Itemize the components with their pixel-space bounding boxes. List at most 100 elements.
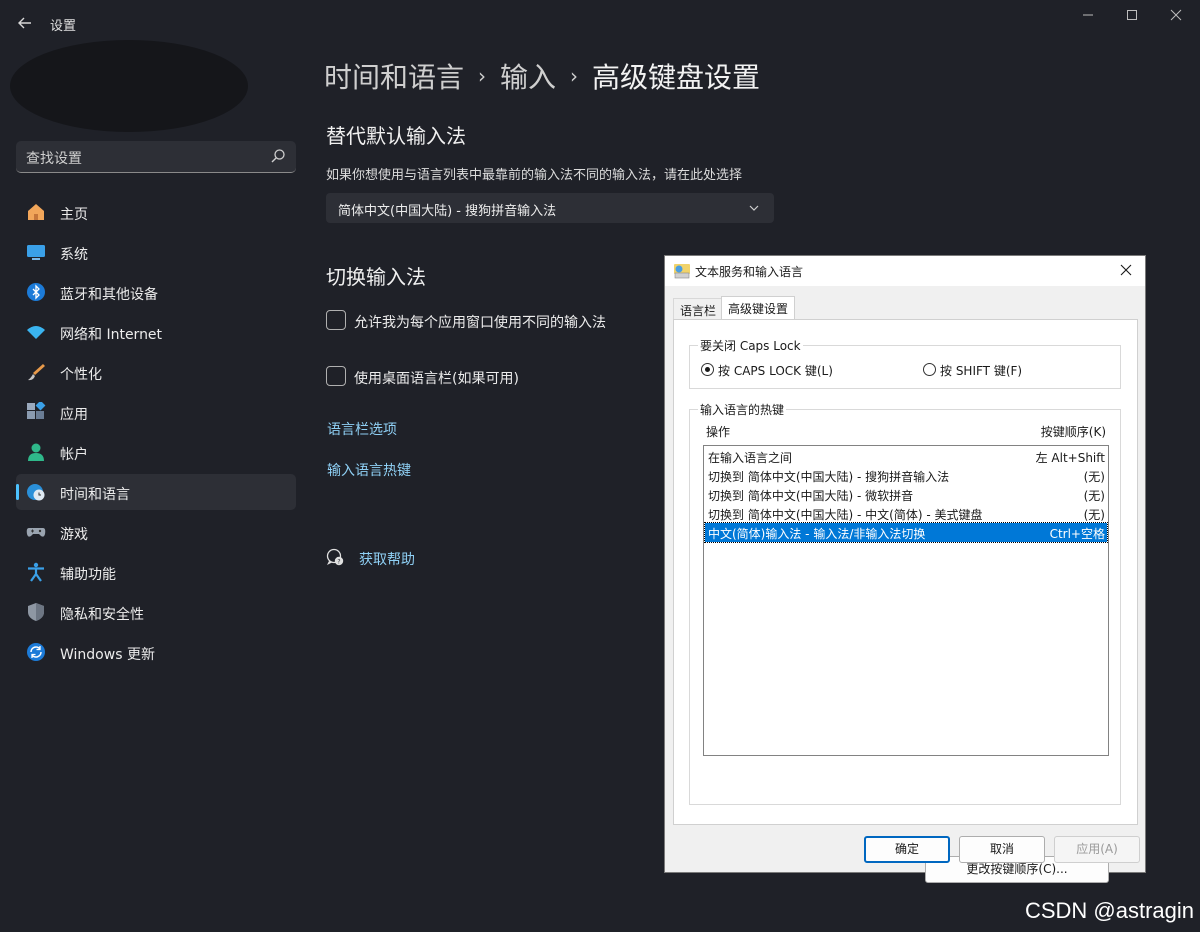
breadcrumb-input[interactable]: 输入 (500, 56, 556, 96)
sidebar-item-label: 蓝牙和其他设备 (60, 287, 158, 303)
hotkey-keys: 左 Alt+Shift (1035, 451, 1105, 465)
input-language-hotkeys-link[interactable]: 输入语言热键 (327, 460, 411, 480)
section-title-default-ime: 替代默认输入法 (326, 124, 466, 148)
sidebar-item-accessibility[interactable]: 辅助功能 (16, 554, 296, 590)
person-icon (28, 443, 44, 461)
hotkey-keys: (无) (1083, 508, 1105, 522)
close-icon (1120, 264, 1132, 276)
minimize-icon (1083, 14, 1093, 16)
sidebar-item-windows-update[interactable]: Windows 更新 (16, 634, 296, 670)
checkbox-label: 允许我为每个应用窗口使用不同的输入法 (354, 315, 606, 331)
hotkey-action: 切换到 简体中文(中国大陆) - 中文(简体) - 美式键盘 (708, 508, 983, 522)
capslock-group: 要关闭 Caps Lock 按 CAPS LOCK 键(L) 按 SHIFT 键… (689, 337, 1121, 389)
apps-icon (27, 402, 46, 419)
hotkey-action: 中文(简体)输入法 - 输入法/非输入法切换 (708, 527, 926, 541)
search-placeholder: 查找设置 (26, 151, 82, 167)
section-title-switch-ime: 切换输入法 (326, 265, 426, 289)
tab-language-bar[interactable]: 语言栏 (673, 298, 724, 320)
watermark: CSDN @astragin (1024, 898, 1194, 923)
dropdown-value: 简体中文(中国大陆) - 搜狗拼音输入法 (338, 204, 557, 219)
minimize-button[interactable] (1068, 6, 1108, 30)
radio-button[interactable] (923, 363, 936, 376)
breadcrumb-separator: › (570, 64, 579, 88)
breadcrumb: 时间和语言 › 输入 › 高级键盘设置 (324, 56, 760, 96)
tab-advanced-key-settings[interactable]: 高级键设置 (721, 296, 796, 320)
breadcrumb-time-language[interactable]: 时间和语言 (324, 56, 464, 96)
shield-icon (28, 603, 44, 621)
sidebar-item-label: 时间和语言 (60, 487, 130, 503)
sidebar-item-label: 个性化 (60, 367, 102, 383)
page-title: 高级键盘设置 (592, 61, 761, 94)
hotkey-keys: (无) (1083, 470, 1105, 484)
svg-text:?: ? (337, 559, 340, 566)
cancel-button[interactable]: 取消 (959, 836, 1045, 863)
hotkeys-group: 输入语言的热键 操作 按键顺序(K) 在输入语言之间 左 Alt+Shift 切… (689, 401, 1121, 883)
help-chat-icon: ? (326, 548, 344, 566)
search-icon (271, 149, 285, 163)
radio-button-selected[interactable] (701, 363, 714, 376)
default-ime-dropdown[interactable]: 简体中文(中国大陆) - 搜狗拼音输入法 (326, 193, 774, 223)
group-title: 输入语言的热键 (698, 401, 787, 418)
sidebar-item-network[interactable]: 网络和 Internet (16, 314, 296, 350)
maximize-icon (1127, 10, 1137, 20)
sidebar-item-personalization[interactable]: 个性化 (16, 354, 296, 390)
hotkey-keys: Ctrl+空格 (1049, 527, 1105, 541)
hotkey-action: 切换到 简体中文(中国大陆) - 微软拼音 (708, 489, 914, 503)
tab-panel: 要关闭 Caps Lock 按 CAPS LOCK 键(L) 按 SHIFT 键… (673, 319, 1138, 883)
sidebar-item-label: 帐户 (60, 447, 88, 463)
sidebar-item-apps[interactable]: 应用 (16, 394, 296, 430)
checkbox-label: 使用桌面语言栏(如果可用) (354, 371, 519, 387)
sidebar-item-privacy[interactable]: 隐私和安全性 (16, 594, 296, 630)
sidebar-item-label: 主页 (60, 207, 88, 223)
column-header-action: 操作 (706, 425, 731, 439)
window-close-button[interactable] (1156, 6, 1196, 30)
get-help-link[interactable]: 获取帮助 (359, 549, 415, 569)
arrow-left-icon (18, 17, 31, 29)
list-item-selected[interactable]: 中文(简体)输入法 - 输入法/非输入法切换 Ctrl+空格 (704, 522, 1108, 543)
monitor-icon (27, 245, 45, 260)
sidebar-item-time-language[interactable]: 时间和语言 (16, 474, 296, 510)
back-button[interactable] (14, 12, 36, 34)
sidebar-item-home[interactable]: 主页 (16, 194, 296, 230)
list-item[interactable]: 切换到 简体中文(中国大陆) - 搜狗拼音输入法 (无) (705, 466, 1107, 485)
radio-label: 按 CAPS LOCK 键(L) (718, 364, 833, 378)
sidebar-item-bluetooth[interactable]: 蓝牙和其他设备 (16, 274, 296, 310)
apply-button[interactable]: 应用(A) (1054, 836, 1140, 863)
group-title: 要关闭 Caps Lock (698, 337, 803, 354)
section-description: 如果你想使用与语言列表中最靠前的输入法不同的输入法，请在此处选择 (326, 168, 743, 183)
language-bar-options-link[interactable]: 语言栏选项 (327, 419, 397, 439)
hotkey-action: 切换到 简体中文(中国大陆) - 搜狗拼音输入法 (708, 470, 950, 484)
sidebar-item-label: 网络和 Internet (60, 327, 163, 343)
avatar[interactable] (10, 40, 248, 132)
sidebar-item-label: 辅助功能 (60, 567, 116, 583)
search-input[interactable]: 查找设置 (16, 141, 296, 173)
close-icon (1170, 9, 1182, 21)
sidebar-item-label: 应用 (60, 407, 88, 423)
radio-label: 按 SHIFT 键(F) (940, 364, 1023, 378)
checkbox[interactable] (326, 366, 346, 386)
sidebar-nav: 主页 系统 蓝牙和其他设备 网络和 Internet 个性化 应用 帐户 时间和… (16, 194, 296, 674)
list-item[interactable]: 在输入语言之间 左 Alt+Shift (705, 447, 1107, 466)
hotkey-action: 在输入语言之间 (708, 451, 793, 465)
refresh-icon (27, 643, 45, 661)
checkbox[interactable] (326, 310, 346, 330)
maximize-button[interactable] (1112, 6, 1152, 30)
dialog-close-button[interactable] (1115, 259, 1137, 281)
list-item[interactable]: 切换到 简体中文(中国大陆) - 微软拼音 (无) (705, 485, 1107, 504)
sidebar-item-label: 隐私和安全性 (60, 607, 144, 623)
list-item[interactable]: 切换到 简体中文(中国大陆) - 中文(简体) - 美式键盘 (无) (705, 504, 1107, 523)
sidebar-item-gaming[interactable]: 游戏 (16, 514, 296, 550)
ok-button[interactable]: 确定 (864, 836, 950, 863)
dialog-title: 文本服务和输入语言 (695, 265, 804, 279)
app-title: 设置 (50, 19, 77, 34)
gamepad-icon (26, 528, 46, 537)
brush-icon (28, 364, 45, 381)
breadcrumb-separator: › (478, 64, 487, 88)
column-header-key-sequence: 按键顺序(K) (1040, 425, 1106, 439)
sidebar-item-label: 游戏 (60, 527, 88, 543)
sidebar-item-accounts[interactable]: 帐户 (16, 434, 296, 470)
chevron-down-icon (749, 205, 759, 211)
sidebar-item-system[interactable]: 系统 (16, 234, 296, 270)
sidebar-item-label: Windows 更新 (60, 647, 155, 663)
hotkeys-list[interactable]: 在输入语言之间 左 Alt+Shift 切换到 简体中文(中国大陆) - 搜狗拼… (703, 445, 1109, 756)
